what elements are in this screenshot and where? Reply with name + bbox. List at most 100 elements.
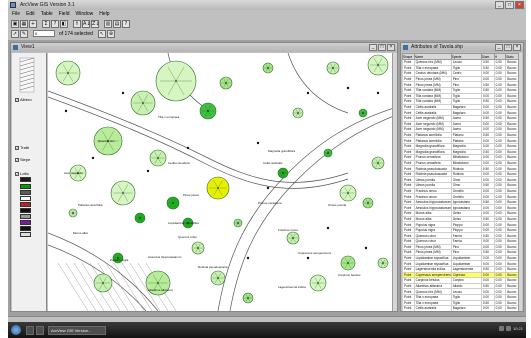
table-row[interactable]: Point Quercus ilex (MM) Leccio 0.50 0.00 Buon… [402, 59, 519, 66]
menu-window[interactable]: Window [75, 10, 93, 18]
legend-theme[interactable]: ✓ Tratti [15, 145, 29, 150]
table-row[interactable]: Point Fraxinus ornus Orniello 0.00 0.00 Buono [402, 187, 519, 195]
menu-file[interactable]: File [12, 10, 20, 18]
table-row[interactable]: Point Acer negundo (MM) Acero 0.50 0.00 Buono [402, 114, 519, 122]
table-scrollbar[interactable] [518, 53, 522, 311]
volume-icon[interactable] [505, 326, 511, 331]
table-row[interactable]: Point Quercus robur Farnia 0.50 0.00 Buono [402, 232, 519, 239]
start-button[interactable] [11, 325, 21, 335]
view-scrollbar[interactable] [392, 53, 397, 311]
table-row[interactable]: Point Acer negundo (MM) Acero 0.00 0.00 Buono [402, 120, 519, 128]
footpath-line [287, 53, 349, 114]
table-row[interactable]: Point Quercus ilex (MM) Leccio 0.00 0.00 Buon… [402, 288, 519, 295]
table-close-button[interactable]: × [513, 44, 521, 51]
theme-visibility-checkbox[interactable]: ✓ [15, 145, 19, 150]
view-close-button[interactable]: × [387, 44, 395, 51]
table-row[interactable]: Point Fraxinus ornus Orniello 0.00 0.00 Buono [402, 193, 519, 200]
table-cell: 0.00 [480, 305, 495, 311]
map-display[interactable]: Quercus ilex Tilia x europaea Cedrus deoda… [48, 53, 394, 311]
table-row[interactable]: Point Cupressus sempervirens Cipresso 0.00 0… [402, 271, 519, 279]
zoom-tool[interactable]: ⊕ [106, 29, 115, 38]
help-icon[interactable]: ? [122, 19, 130, 28]
taskbar-pinned-icon[interactable] [36, 326, 44, 335]
desktop-screen: ArcView GIS Version 3.1 _ □ × File Edit Ta… [8, 0, 526, 338]
view-minimize-button[interactable]: _ [369, 44, 377, 51]
legend-theme[interactable]: ✓ Lotto [15, 171, 29, 176]
map-tree-label: Carpinus betulus [338, 273, 361, 277]
table-row[interactable]: Point Acer negundo (MM) Acero 0.00 0.00 Buono [402, 126, 519, 133]
map-tree-label: Magnolia grandiflora [268, 149, 296, 153]
calculate-icon[interactable]: Σ [42, 19, 50, 28]
tree-trunk-point [237, 222, 239, 224]
table-row[interactable]: Point Liquidambar styraciflua Liquidambar 0… [402, 260, 519, 267]
chart-icon[interactable]: ▥ [104, 19, 112, 28]
table-row[interactable]: Point Aesculus hippocastanum Ippocastano 0.… [402, 204, 519, 211]
table-row[interactable]: Point Liquidambar styraciflua Liquidambar 0… [402, 254, 519, 262]
close-button[interactable]: × [515, 1, 524, 9]
table-row[interactable]: Point Ailanthus altissima Ailanto 0.50 0.00 B… [402, 282, 519, 290]
taskbar-task-arcview[interactable]: ArcView GIS Version... [48, 326, 106, 335]
table-row[interactable]: Point Populus nigra Pioppo 0.00 0.00 Buono [402, 221, 519, 228]
table-row[interactable]: Point Robinia pseudoacacia Robinia 0.50 0.00… [402, 165, 519, 172]
map-tree-label: Acer negundo [64, 171, 83, 175]
table-row[interactable]: Point Celtis australis Bagolaro 0.00 0.00 Buo… [402, 103, 519, 111]
tree-trunk-point [175, 80, 177, 82]
footpath-line [48, 96, 349, 189]
table-row[interactable]: Point Platanus acerifolia Platano 0.50 0.00 B… [402, 131, 519, 139]
theme-visibility-checkbox[interactable]: ✓ [15, 171, 19, 176]
legend-theme[interactable]: ✓ Albero [15, 97, 32, 102]
menu-field[interactable]: Field [59, 10, 70, 18]
taskbar-pinned-icon[interactable] [26, 326, 34, 335]
menu-help[interactable]: Help [99, 10, 109, 18]
view-maximize-button[interactable]: □ [378, 44, 386, 51]
edit-icon[interactable]: ✎ [20, 29, 28, 38]
table-row[interactable]: Point Morus alba Gelso 0.50 0.00 Buono [402, 215, 519, 223]
query-icon[interactable]: ? [51, 19, 59, 28]
table-row[interactable]: Point Prunus cerasifera Mirabolano 0.00 0.00… [402, 159, 519, 167]
tree-trunk-point [217, 187, 219, 189]
add-record-icon[interactable]: + [29, 19, 37, 28]
footpath-line [217, 107, 394, 311]
menu-edit[interactable]: Edit [26, 10, 35, 18]
table-row[interactable]: Point Magnolia grandiflora Magnolia 0.00 0.0… [402, 142, 519, 150]
pointer-icon[interactable]: ➚ [11, 29, 19, 38]
table-row[interactable]: Point Morus alba Gelso 0.00 0.00 Buono [402, 210, 519, 217]
theme-visibility-checkbox[interactable]: ✓ [15, 157, 19, 162]
sort-desc-icon[interactable]: Z↓ [91, 19, 100, 28]
legend-theme[interactable]: ✓ Siepe [15, 157, 30, 162]
map-tree-label: Quercus robur [178, 235, 198, 239]
table-row[interactable]: Point Quercus robur Farnia 0.00 0.00 Buono [402, 238, 519, 245]
table-row[interactable]: Point Robinia pseudoacacia Robinia 0.00 0.00… [402, 170, 519, 178]
table-row[interactable]: Point Lagerstroemia indica Lagerstroemia 0.… [402, 266, 519, 273]
table-row[interactable]: Point Celtis australis Bagolaro 0.00 0.00 Buo… [402, 305, 519, 311]
tree-trunk-point [282, 172, 284, 174]
table-icon [403, 45, 408, 50]
layout-icon[interactable]: ▤ [113, 19, 121, 28]
maximize-button[interactable]: □ [505, 1, 514, 9]
table-icon[interactable]: ▦ [20, 19, 28, 28]
promote-icon[interactable]: ⇑ [73, 19, 81, 28]
legend-color-swatch [20, 184, 31, 189]
theme-visibility-checkbox[interactable]: ✓ [15, 97, 19, 102]
table-row[interactable]: Point Platanus acerifolia Platano 0.00 0.00 B… [402, 137, 519, 144]
menu-table[interactable]: Table [41, 10, 53, 18]
table-row[interactable]: Point Aesculus hippocastanum Ippocastano 0.… [402, 198, 519, 206]
table-minimize-button[interactable]: _ [495, 44, 503, 51]
table-row[interactable]: Point Populus nigra Pioppo 0.00 0.00 Buono [402, 226, 519, 234]
pointer-tool[interactable]: ↖ [97, 29, 106, 38]
legend-theme-label: Albero [20, 97, 32, 102]
tree-trunk-point [217, 277, 219, 279]
save-icon[interactable]: ▣ [11, 19, 19, 28]
sort-asc-icon[interactable]: A↓ [82, 19, 91, 28]
select-icon[interactable]: ◧ [60, 19, 68, 28]
table-row[interactable]: Point Magnolia grandiflora Magnolia 0.50 0.0… [402, 148, 519, 156]
network-icon[interactable] [498, 326, 504, 331]
table-row[interactable]: Point Cedrus deodara (MM) Cedro 0.00 0.00 Buo… [402, 70, 519, 77]
table-row[interactable]: Point Prunus cerasifera Mirabolano 0.00 0.00… [402, 154, 519, 161]
map-tree-label: Populus nigra [110, 258, 129, 262]
table-row[interactable]: Point Carpinus betulus Carpino 0.00 0.00 Buon… [402, 277, 519, 284]
legend-color-swatch [20, 196, 31, 201]
minimize-button[interactable]: _ [495, 1, 504, 9]
table-row[interactable]: Point Celtis australis Bagolaro 0.00 0.00 Buo… [402, 109, 519, 116]
table-maximize-button[interactable]: □ [504, 44, 512, 51]
